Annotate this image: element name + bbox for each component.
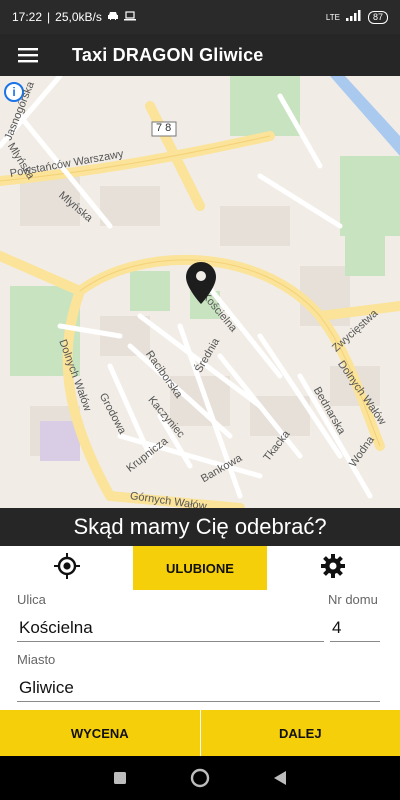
- map-view[interactable]: i 78 Jasnogórska Mlyńska Powstańców Wars…: [0, 76, 400, 508]
- address-form: Ulica Nr domu Miasto: [0, 590, 400, 710]
- laptop-icon: [123, 10, 136, 24]
- street-label: Ulica: [17, 592, 46, 607]
- status-bar: 17:22 | 25,0kB/s LTE 87: [0, 0, 400, 34]
- signal-icon: [345, 10, 362, 24]
- hamburger-icon[interactable]: [0, 34, 56, 76]
- circle-icon[interactable]: [189, 767, 211, 789]
- tab-favorites[interactable]: ULUBIONE: [133, 546, 267, 590]
- street-input[interactable]: [17, 614, 324, 642]
- tab-bar: ULUBIONE: [0, 546, 400, 590]
- lte-label: LTE: [325, 12, 340, 22]
- tab-settings[interactable]: [267, 546, 400, 590]
- crosshair-location-icon: [53, 552, 80, 584]
- triangle-back-icon[interactable]: [269, 767, 291, 789]
- tab-my-location[interactable]: [0, 546, 133, 590]
- action-bar: WYCENA DALEJ: [0, 710, 400, 756]
- car-icon: [107, 10, 119, 24]
- road-number-label: 78: [156, 122, 175, 134]
- battery-icon: 87: [367, 10, 388, 24]
- city-label: Miasto: [17, 652, 56, 667]
- city-input[interactable]: [17, 674, 380, 702]
- app-bar: Taxi DRAGON Gliwice: [0, 34, 400, 76]
- gear-icon: [320, 553, 346, 584]
- square-icon[interactable]: [109, 767, 131, 789]
- next-button[interactable]: DALEJ: [199, 710, 400, 756]
- house-number-input[interactable]: [330, 614, 380, 642]
- clock: 17:22: [12, 10, 43, 24]
- app-title: Taxi DRAGON Gliwice: [72, 44, 264, 65]
- quote-button[interactable]: WYCENA: [0, 710, 200, 756]
- network-speed: 25,0kB/s: [55, 10, 102, 24]
- pickup-prompt: Skąd mamy Cię odebrać?: [0, 508, 400, 546]
- system-nav-bar: [0, 756, 400, 800]
- house-number-label: Nr domu: [328, 592, 378, 607]
